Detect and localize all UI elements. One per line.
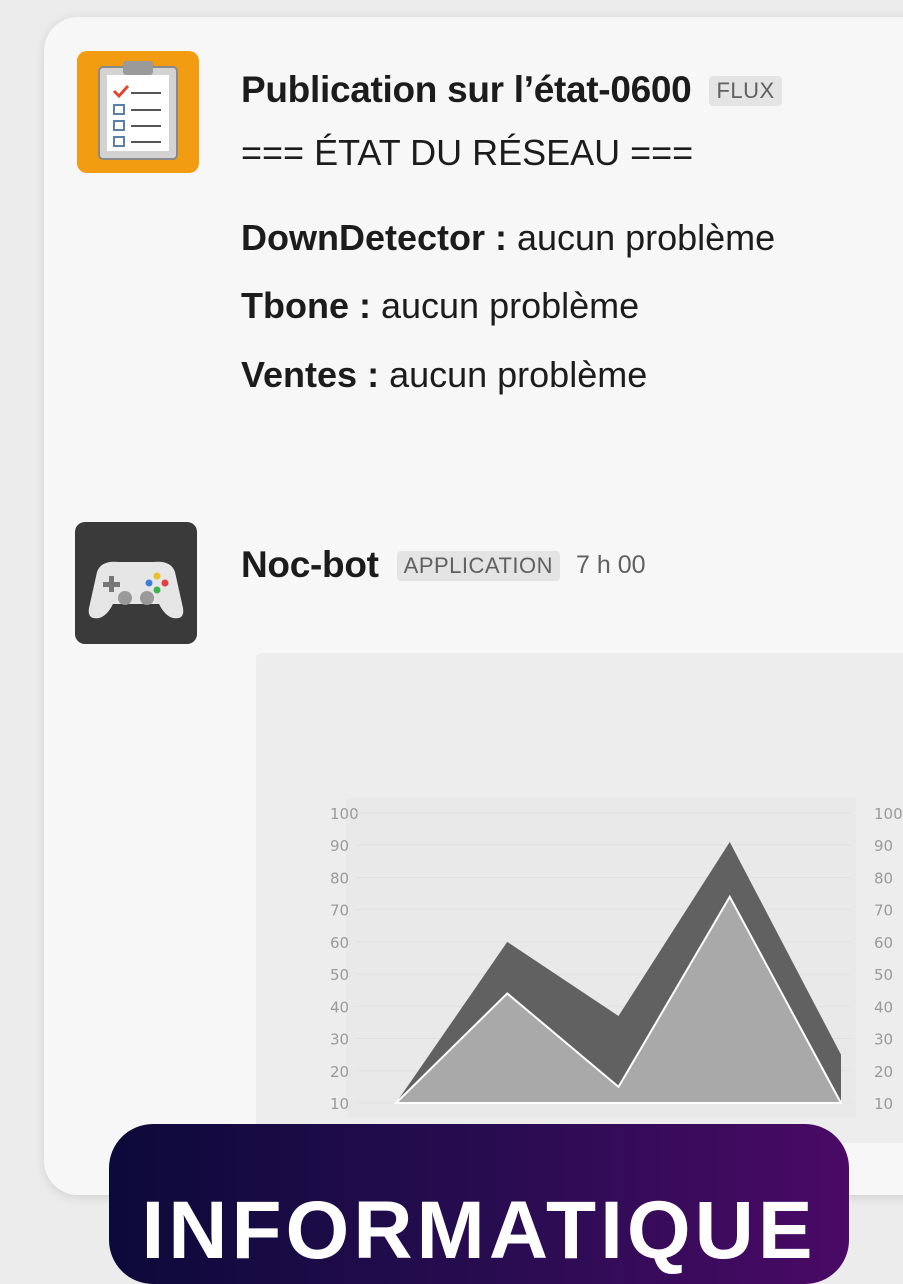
y-tick-label: 10 [330,1095,349,1113]
y-tick-label: 80 [330,869,349,887]
y-tick-label: 20 [330,1063,349,1081]
chart-attachment[interactable]: 100 90 80 70 60 50 40 30 20 10 100 90 80 70 60 50 40 30 20… [256,653,903,1143]
status-label: DownDetector : [241,217,507,258]
status-value: aucun problème [507,217,775,258]
y-tick-label-second: 60 [874,934,893,952]
y-tick-label: 60 [330,934,349,952]
message-header: Publication sur l’état-0600 FLUX [241,69,782,111]
y-tick-label-second: 70 [874,902,893,920]
y-tick-label-second: 90 [874,837,893,855]
app-badge: APPLICATION [397,551,560,581]
feed-badge: FLUX [709,76,781,106]
status-value: aucun problème [371,285,639,326]
clipboard-checklist-icon[interactable] [77,51,199,173]
area-chart: 100 90 80 70 60 50 40 30 20 10 100 90 80 70 60 50 40 30 20… [256,653,903,1143]
status-line-ventes: Ventes : aucun problème [241,354,647,396]
status-value: aucun problème [379,354,647,395]
y-tick-label: 70 [330,902,349,920]
status-line-downdetector: DownDetector : aucun problème [241,217,775,259]
y-tick-label-second: 40 [874,998,893,1016]
message-header: Noc-bot APPLICATION 7 h 00 [241,544,646,586]
y-tick-label-second: 20 [874,1063,893,1081]
y-tick-label-second: 30 [874,1031,893,1049]
status-label: Ventes : [241,354,379,395]
sender-name[interactable]: Publication sur l’état-0600 [241,69,691,111]
y-tick-label: 40 [330,998,349,1016]
status-label: Tbone : [241,285,371,326]
y-tick-label: 100 [330,805,359,823]
status-line-tbone: Tbone : aucun problème [241,285,639,327]
category-banner: INFORMATIQUE [109,1124,849,1284]
message-card: Publication sur l’état-0600 FLUX === ÉTA… [44,17,903,1195]
y-tick-label-second: 100 [874,805,903,823]
y-tick-label: 90 [330,837,349,855]
y-tick-label-second: 10 [874,1095,893,1113]
y-tick-label-second: 50 [874,966,893,984]
sender-name[interactable]: Noc-bot [241,544,379,586]
y-tick-label: 50 [330,966,349,984]
y-tick-label: 30 [330,1031,349,1049]
status-heading: === ÉTAT DU RÉSEAU === [241,132,693,174]
timestamp[interactable]: 7 h 00 [576,551,646,580]
y-tick-label-second: 80 [874,869,893,887]
gamepad-icon[interactable] [75,522,197,644]
banner-title: INFORMATIQUE [109,1184,849,1278]
